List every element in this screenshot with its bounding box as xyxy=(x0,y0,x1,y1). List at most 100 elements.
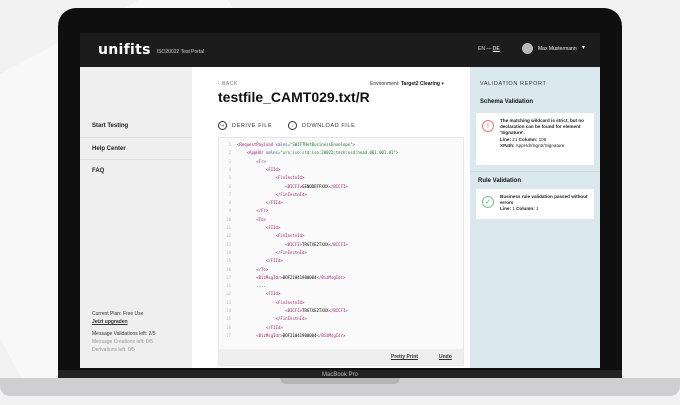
code-text: </To> xyxy=(256,266,269,272)
code-line[interactable]: 10 <To> xyxy=(219,216,266,224)
derivations-left: Derivations left: 0/5 xyxy=(92,347,135,353)
line-number: 4 xyxy=(228,166,231,172)
code-line[interactable]: 14 <BICFI>TRGTXE2TXXX</BICFI> xyxy=(219,307,348,315)
undo-button[interactable]: Undo xyxy=(439,354,452,360)
validations-left: Message Validations left: 2/5 xyxy=(92,331,156,337)
code-text: <FIId> xyxy=(265,225,281,230)
code-text: <FinInstnId> xyxy=(275,299,305,305)
sidebar-item-help-center[interactable]: Help Center xyxy=(80,137,192,159)
creations-left: Message Creations left: 0/5 xyxy=(92,339,153,345)
sidebar-item-label: Start Testing xyxy=(92,123,129,129)
code-line[interactable]: 4 <FIId> xyxy=(219,166,281,174)
code-text: <BizMsgIdr>BOF21041900004</BizMsgIdr> xyxy=(256,274,346,280)
chevron-down-icon[interactable]: ▾ xyxy=(582,44,585,51)
code-line[interactable]: 6 <BICFI>GENODEFFXXX</BICFI> xyxy=(219,183,348,191)
line-number: 3 xyxy=(228,158,231,164)
code-text: <To> xyxy=(256,216,266,222)
device-label: MacBook Pro xyxy=(321,372,358,378)
line-label: Line: xyxy=(500,136,511,142)
derive-file-button[interactable]: ↪ DERIVE FILE xyxy=(218,121,272,130)
derive-icon: ↪ xyxy=(218,121,227,130)
lang-de[interactable]: DE xyxy=(493,46,500,52)
line-number: 13 xyxy=(226,299,231,305)
environment-select[interactable]: Environment: Target2 Clearing ▾ xyxy=(370,81,444,87)
column-label: Column: xyxy=(516,206,535,212)
avatar[interactable] xyxy=(522,43,533,54)
rule-message: Business rule validation passed without … xyxy=(500,194,592,213)
code-line[interactable]: 12 <FinInstnId> xyxy=(219,232,304,240)
editor-footer: Pretty Print Undo xyxy=(219,349,463,365)
user-name[interactable]: Max Mustermann xyxy=(538,46,577,52)
back-label: BACK xyxy=(222,81,238,87)
line-number: 7 xyxy=(228,191,231,197)
line-number: 16 xyxy=(226,266,231,272)
line-number: 8 xyxy=(228,200,231,206)
line-number: 15 xyxy=(226,258,231,264)
line-number: 13 xyxy=(226,241,231,247)
pretty-print-button[interactable]: Pretty Print xyxy=(391,354,418,360)
upgrade-link[interactable]: Jetzt upgraden xyxy=(92,319,128,325)
code-line[interactable]: 7 </FinInstnId> xyxy=(219,191,307,199)
column-value: 108 xyxy=(538,136,547,142)
code-line[interactable]: 1 <RequestPayload xmlns="SWIFTNetBusiness… xyxy=(219,141,355,149)
line-number: 11 xyxy=(226,225,231,230)
code-line[interactable]: 16 </FIId> xyxy=(219,324,283,332)
code-line[interactable]: 12 <FIId> xyxy=(219,290,280,298)
code-text: <BICFI>TRGTXE2TXXX</BICFI> xyxy=(285,308,348,313)
line-number: 16 xyxy=(226,324,231,330)
language-switcher[interactable]: EN — DE xyxy=(478,46,500,52)
code-line[interactable]: 3 <Fr> xyxy=(219,158,266,166)
xpath-label: XPath: xyxy=(500,142,515,148)
code-line[interactable]: 13 <BICFI>TRGTXE2TXXX</BICFI> xyxy=(219,241,348,249)
xpath-value: AppHdr/Sgntr/Signature xyxy=(515,142,565,148)
code-text: </FIId> xyxy=(265,324,283,330)
code-line[interactable]: 8 </FIId> xyxy=(219,199,283,207)
code-text: </FinInstnId> xyxy=(275,191,307,197)
back-link[interactable]: ‹ BACK xyxy=(218,81,238,87)
code-line[interactable]: 17 <BizMsgIdr>BOF21041900004</BizMsgIdr> xyxy=(219,274,345,282)
sidebar-item-label: Help Center xyxy=(92,146,126,152)
code-line[interactable]: 13 <FinInstnId> xyxy=(219,299,304,307)
rule-message-text: Business rule validation passed without … xyxy=(500,194,588,206)
rule-validation-heading: Rule Validation xyxy=(470,171,600,184)
code-line[interactable]: 11 .... xyxy=(219,282,266,290)
line-number: 15 xyxy=(226,316,231,322)
code-editor[interactable]: Pretty Print Undo 1 <RequestPayload xmlns… xyxy=(218,137,464,366)
check-icon: ✓ xyxy=(482,196,494,208)
line-label: Line: xyxy=(500,206,511,212)
line-number: 14 xyxy=(226,249,231,255)
code-line[interactable]: 5 <FinInstnId> xyxy=(219,174,305,182)
code-text: </FIId> xyxy=(265,200,283,206)
sidebar-item-start-testing[interactable]: Start Testing xyxy=(80,115,192,137)
rule-validation-card: ✓ Business rule validation passed withou… xyxy=(476,189,594,219)
code-line[interactable]: 15 </FinInstnId> xyxy=(219,315,307,323)
code-text: <FinInstnId> xyxy=(275,233,305,239)
line-number: 10 xyxy=(226,216,231,222)
code-line[interactable]: 14 </FinInstnId> xyxy=(219,249,307,257)
current-plan: Current Plan: Free Use xyxy=(92,311,144,317)
line-number: 6 xyxy=(228,183,231,189)
line-number: 1 xyxy=(228,142,231,147)
download-icon: ↓ xyxy=(288,121,297,130)
code-line[interactable]: 2 <AppHdr xmlns="urn:iso:std:iso:20022:t… xyxy=(219,149,399,157)
sidebar: Start Testing Help Center FAQ Current Pl… xyxy=(80,67,192,368)
code-line[interactable]: 17 <BizMsgIdr>BOF21041900004</BizMsgIdr> xyxy=(219,332,345,340)
code-line[interactable]: 15 </FIId> xyxy=(219,257,283,265)
code-text: <BICFI>TRGTXE2TXXX</BICFI> xyxy=(285,241,348,247)
code-line[interactable]: 16 </To> xyxy=(219,266,268,274)
app-logo[interactable]: unifits xyxy=(98,42,151,58)
lang-en[interactable]: EN xyxy=(478,46,485,52)
code-text: <RequestPayload xmlns="SWIFTNetBusinessE… xyxy=(237,142,356,147)
code-text: </FIId> xyxy=(265,258,283,264)
download-file-button[interactable]: ↓ DOWNLOAD FILE xyxy=(288,121,355,130)
top-bar: unifits ISO20022 Test Portal EN — DE Max… xyxy=(80,33,600,67)
laptop-notch xyxy=(280,378,400,384)
sidebar-item-faq[interactable]: FAQ xyxy=(80,159,192,181)
code-line[interactable]: 9 </Fr> xyxy=(219,207,269,215)
code-text: </FinInstnId> xyxy=(275,316,307,322)
code-line[interactable]: 11 <FIId> xyxy=(219,224,280,232)
code-text: <BizMsgIdr>BOF21041900004</BizMsgIdr> xyxy=(256,332,346,338)
main-panel: ‹ BACK Environment: Target2 Clearing ▾ t… xyxy=(192,67,470,368)
code-text: </Fr> xyxy=(256,208,269,214)
app-subtitle: ISO20022 Test Portal xyxy=(156,48,205,55)
